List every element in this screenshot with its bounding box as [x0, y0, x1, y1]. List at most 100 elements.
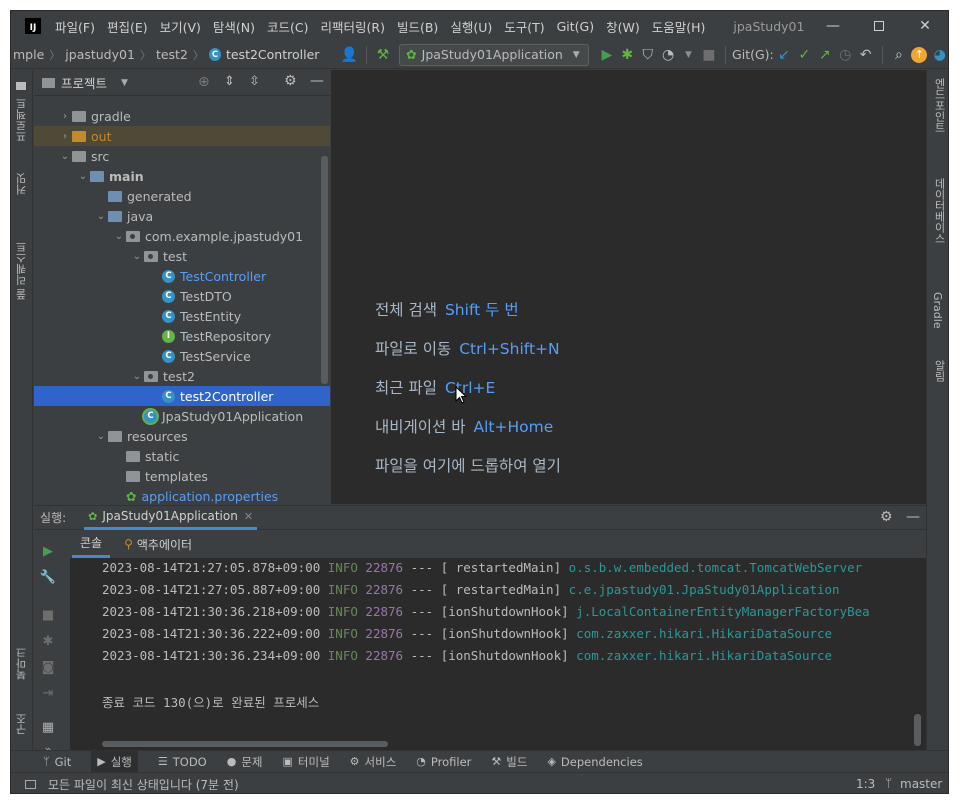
console-output[interactable]: 2023-08-14T21:27:05.878+09:00 INFO 22876… — [70, 558, 926, 750]
tool-services[interactable]: ⚙ 서비스 — [350, 754, 397, 770]
tree-item[interactable]: › gradle — [34, 106, 330, 126]
run-tab[interactable]: ✿ JpaStudy01Application ✕ — [84, 506, 258, 530]
menu-view[interactable]: 보기(V) — [160, 17, 201, 36]
tree-item[interactable]: › out — [34, 126, 330, 146]
rollback-icon[interactable]: ↶ — [855, 44, 875, 66]
menu-run[interactable]: 실행(U) — [450, 17, 492, 36]
menu-help[interactable]: 도움말(H) — [652, 17, 706, 36]
project-panel-title[interactable]: 프로젝트 — [61, 73, 107, 92]
tree-item[interactable]: generated — [34, 186, 330, 206]
chevron-down-icon[interactable]: ⌄ — [130, 371, 144, 382]
run-icon[interactable]: ▶ — [597, 44, 617, 66]
chevron-down-icon[interactable]: ⌄ — [76, 171, 90, 182]
tool-profiler[interactable]: ◔ Profiler — [416, 755, 471, 769]
tree-item[interactable]: ⌄ test — [34, 246, 330, 266]
menu-window[interactable]: 창(W) — [606, 17, 640, 36]
log-logger[interactable]: j.LocalContainerEntityManagerFactoryBea — [576, 604, 870, 619]
close-tab-icon[interactable]: ✕ — [244, 510, 253, 523]
chevron-down-icon[interactable]: ▼ — [121, 78, 128, 88]
hide-panel-icon[interactable]: — — [310, 73, 324, 89]
wrench-icon[interactable]: 🔧 — [39, 568, 57, 586]
history-clock-icon[interactable]: ◷ — [835, 44, 855, 66]
console-horizontal-scrollbar[interactable] — [102, 741, 388, 747]
git-update-icon[interactable]: ↙ — [774, 44, 794, 66]
tab-actuator[interactable]: 액추에이터 — [137, 536, 192, 553]
git-branch-widget[interactable]: master — [900, 777, 942, 791]
chevron-down-icon[interactable]: ⌄ — [130, 251, 144, 262]
git-push-icon[interactable]: ↗ — [815, 44, 835, 66]
menu-code[interactable]: 코드(C) — [267, 17, 308, 36]
plugin-logo-icon[interactable]: ◕ — [930, 44, 948, 66]
debug-bug-icon[interactable]: ✱ — [617, 44, 637, 66]
log-logger[interactable]: o.s.b.w.embedded.tomcat.TomcatWebServer — [569, 560, 863, 575]
tree-item[interactable]: ⌄ com.example.jpastudy01 — [34, 226, 330, 246]
log-logger[interactable]: c.e.jpastudy01.JpaStudy01Application — [569, 582, 840, 597]
gear-icon[interactable]: ⚙ — [284, 73, 297, 89]
breadcrumb-module[interactable]: jpastudy01 — [65, 47, 135, 62]
hide-panel-icon[interactable]: — — [906, 509, 920, 525]
project-scrollbar[interactable] — [321, 156, 328, 384]
tree-item[interactable]: I TestRepository — [34, 326, 330, 346]
tool-tab-endpoints[interactable]: 엔드포인트 — [931, 78, 947, 158]
tool-dependencies[interactable]: ◈ Dependencies — [547, 755, 642, 769]
tree-item[interactable]: C JpaStudy01Application — [34, 406, 330, 426]
toggle-tool-windows-icon[interactable] — [25, 779, 36, 789]
tool-tab-bookmarks[interactable]: 북마크 — [14, 635, 30, 680]
tree-item[interactable]: ⌄ test2 — [34, 366, 330, 386]
locate-target-icon[interactable]: ⊕ — [198, 74, 210, 90]
tree-item[interactable]: static — [34, 446, 330, 466]
tool-tab-database[interactable]: 데이터베이스 — [931, 178, 947, 278]
tool-build[interactable]: ⚒ 빌드 — [491, 754, 527, 770]
coverage-shield-icon[interactable]: ⛉ — [638, 44, 658, 66]
breadcrumb-file[interactable]: test2Controller — [226, 47, 319, 62]
tool-run[interactable]: ▶ 실행 — [91, 750, 138, 773]
tree-item[interactable]: C TestEntity — [34, 306, 330, 326]
minimize-button[interactable]: — — [810, 11, 856, 41]
build-hammer-icon[interactable]: ⚒ — [373, 44, 393, 66]
ide-update-icon[interactable]: ↑ — [909, 44, 929, 66]
camera-icon[interactable]: ◙ — [39, 658, 57, 676]
tab-console[interactable]: 콘솔 — [72, 530, 111, 558]
tool-tab-notifications[interactable]: 알림 — [931, 360, 947, 400]
collapse-all-icon[interactable]: ⇳ — [249, 74, 260, 89]
tree-item[interactable]: ⌄ resources — [34, 426, 330, 446]
export-icon[interactable]: ⇥ — [39, 684, 57, 702]
maximize-button[interactable] — [856, 11, 902, 41]
tree-item[interactable]: templates — [34, 466, 330, 486]
tree-item[interactable]: C TestService — [34, 346, 330, 366]
chevron-right-icon[interactable]: › — [58, 111, 72, 122]
layout-icon[interactable]: ▦ — [39, 718, 57, 736]
chevron-down-icon[interactable]: ⌄ — [94, 431, 108, 442]
tree-item[interactable]: C TestDTO — [34, 286, 330, 306]
log-logger[interactable]: com.zaxxer.hikari.HikariDataSource — [576, 626, 832, 641]
tree-item[interactable]: ⌄ src — [34, 146, 330, 166]
menu-refactor[interactable]: 리팩터링(R) — [321, 17, 385, 36]
close-button[interactable]: ✕ — [902, 11, 948, 41]
chevron-down-icon[interactable]: ⌄ — [94, 211, 108, 222]
tool-terminal[interactable]: ▣ 터미널 — [283, 754, 330, 770]
tool-tab-project[interactable]: 프로젝트 — [14, 92, 30, 142]
menu-build[interactable]: 빌드(B) — [397, 17, 438, 36]
chevron-down-icon[interactable]: ⌄ — [58, 151, 72, 162]
stop-icon[interactable]: ■ — [699, 44, 719, 66]
expand-all-icon[interactable]: ⇕ — [224, 74, 235, 89]
search-icon[interactable]: ⌕ — [889, 44, 909, 66]
caret-position[interactable]: 1:3 — [856, 777, 875, 791]
tree-item[interactable]: ✿ application.properties — [34, 486, 330, 506]
more-run-options-icon[interactable]: ▼ — [678, 44, 698, 66]
console-vertical-scrollbar[interactable] — [914, 714, 921, 746]
tree-item[interactable]: ⌄ main — [34, 166, 330, 186]
tool-problems[interactable]: ● 문제 — [227, 754, 263, 770]
tree-item[interactable]: C TestController — [34, 266, 330, 286]
menu-tools[interactable]: 도구(T) — [504, 17, 544, 36]
stop-icon[interactable]: ■ — [39, 606, 57, 624]
rerun-icon[interactable]: ▶ — [39, 542, 57, 560]
tool-tab-gradle[interactable]: Gradle — [931, 292, 944, 342]
user-account-icon[interactable]: 👤 — [339, 44, 359, 66]
chevron-right-icon[interactable]: › — [58, 131, 72, 142]
tree-item[interactable]: ⌄ java — [34, 206, 330, 226]
tool-tab-pull-requests[interactable]: 풀 리퀘스트 — [14, 220, 30, 301]
menu-edit[interactable]: 편집(E) — [107, 17, 148, 36]
menu-git[interactable]: Git(G) — [557, 19, 595, 34]
chevron-down-icon[interactable]: ⌄ — [112, 231, 126, 242]
